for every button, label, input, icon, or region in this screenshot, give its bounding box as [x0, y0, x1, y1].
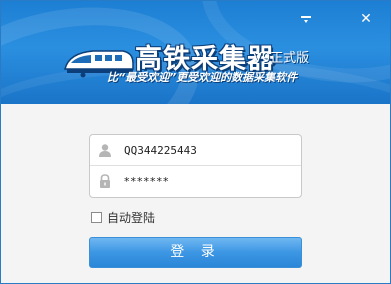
auto-login-label: 自动登陆: [107, 210, 156, 225]
login-form: [89, 134, 302, 198]
header-banner: ✕ 高铁采集器 V9正式版 比“最受欢迎”更受欢迎的数据采集软件: [1, 1, 390, 104]
account-input[interactable]: [124, 140, 294, 160]
slogan: 比“最受欢迎”更受欢迎的数据采集软件: [107, 71, 298, 84]
minimize-icon: [301, 16, 311, 23]
auto-login-option[interactable]: 自动登陆: [91, 209, 155, 225]
lock-icon: [100, 174, 110, 188]
account-row: [90, 135, 301, 166]
login-window: ✕ 高铁采集器 V9正式版 比“最受欢迎”更受欢迎的数据采集软件 QQ34422…: [0, 0, 391, 284]
app-version: V9正式版: [253, 51, 310, 66]
auto-login-checkbox[interactable]: [91, 211, 102, 223]
minimize-button[interactable]: [297, 11, 315, 27]
close-button[interactable]: ✕: [357, 11, 375, 27]
login-button[interactable]: 登 录: [89, 237, 302, 268]
password-row: [90, 166, 301, 197]
close-icon: ✕: [360, 11, 372, 27]
password-input[interactable]: [124, 171, 294, 191]
user-icon: [99, 144, 111, 157]
